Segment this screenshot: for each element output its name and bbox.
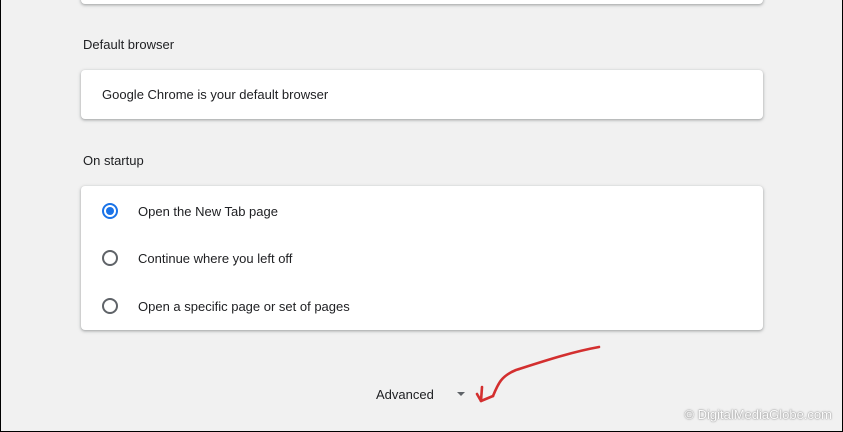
default-browser-card: Google Chrome is your default browser bbox=[81, 70, 763, 119]
startup-option-label: Open the New Tab page bbox=[138, 203, 278, 219]
watermark: © DigitalMediaGlobe.com bbox=[684, 407, 832, 422]
radio-unchecked-icon[interactable] bbox=[102, 250, 118, 266]
previous-settings-card bbox=[81, 0, 763, 4]
advanced-button[interactable]: Advanced bbox=[369, 382, 467, 406]
settings-page: Default browser Google Chrome is your de… bbox=[1, 0, 842, 431]
startup-option-continue[interactable]: Continue where you left off bbox=[81, 235, 763, 281]
on-startup-card: Open the New Tab page Continue where you… bbox=[81, 186, 763, 330]
section-title-on-startup: On startup bbox=[83, 153, 144, 168]
startup-option-new-tab[interactable]: Open the New Tab page bbox=[81, 188, 763, 234]
radio-checked-icon[interactable] bbox=[102, 203, 118, 219]
startup-option-label: Open a specific page or set of pages bbox=[138, 298, 350, 314]
section-title-default-browser: Default browser bbox=[83, 37, 175, 52]
startup-option-specific-pages[interactable]: Open a specific page or set of pages bbox=[81, 283, 763, 329]
radio-unchecked-icon[interactable] bbox=[102, 298, 118, 314]
advanced-label: Advanced bbox=[376, 386, 434, 402]
caret-down-icon bbox=[456, 392, 465, 396]
startup-option-label: Continue where you left off bbox=[138, 250, 293, 266]
default-browser-status: Google Chrome is your default browser bbox=[102, 87, 329, 102]
